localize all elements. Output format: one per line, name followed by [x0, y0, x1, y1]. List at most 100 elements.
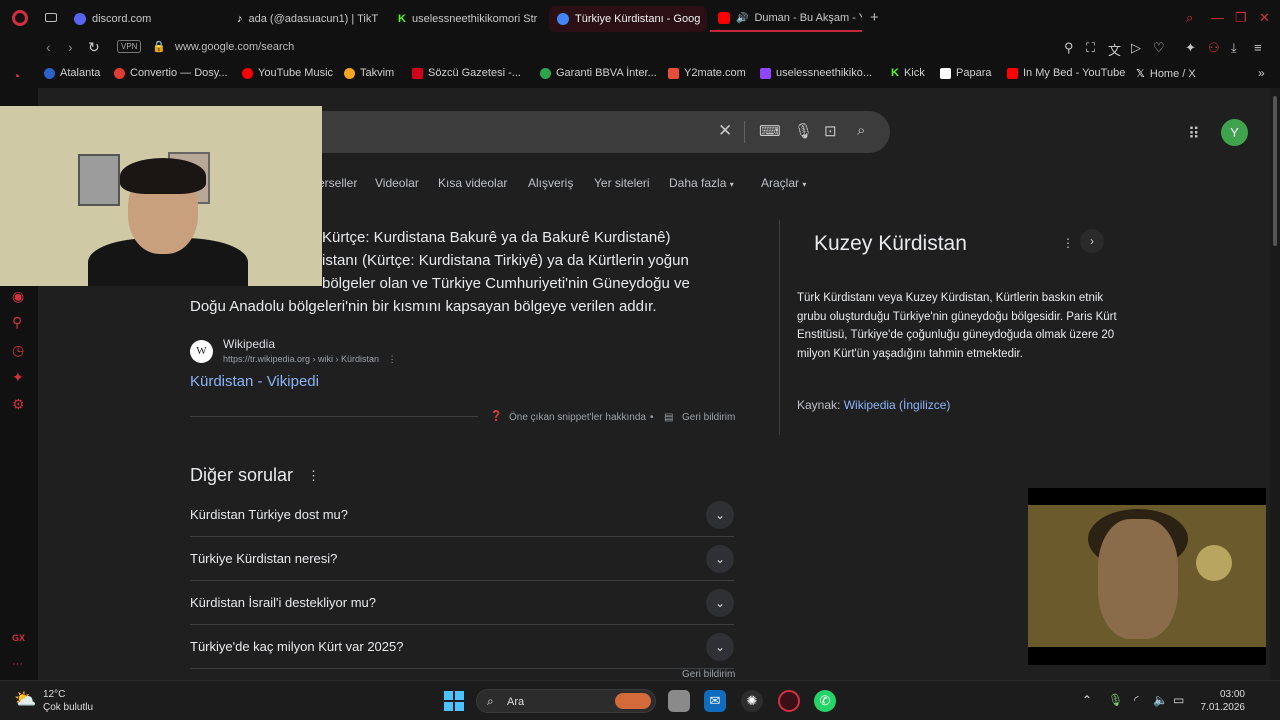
bookmark-convertio[interactable]: Convertio — Dosy...	[114, 67, 228, 79]
snippet-about-link[interactable]: Öne çıkan snippet'ler hakkında	[509, 412, 646, 423]
whatsapp-icon[interactable]: ✆	[814, 690, 836, 712]
tab-kick[interactable]: K uselessneethikikomori Str	[390, 6, 545, 32]
tab-places[interactable]: Yer siteleri	[594, 176, 650, 190]
url-field[interactable]: www.google.com/search	[175, 41, 294, 53]
play-icon[interactable]: ▷	[1131, 40, 1141, 56]
feedback-icon[interactable]: ▤	[664, 412, 673, 423]
menu-icon[interactable]: ≡	[1254, 40, 1262, 55]
google-apps-icon[interactable]: ⠿	[1188, 124, 1200, 144]
avatar[interactable]: Y	[1221, 119, 1248, 146]
chevron-down-icon[interactable]: ⌄	[706, 633, 734, 661]
history-icon[interactable]: ◷	[12, 342, 24, 359]
weather-icon[interactable]: ⛅	[14, 689, 36, 710]
search-input[interactable]: ✕ ⌨ 🎙 ⊡ ⌕	[300, 111, 890, 153]
bookmark-kick[interactable]: K Kick	[891, 67, 925, 79]
source-url[interactable]: https://tr.wikipedia.org › wiki › Kürdis…	[223, 354, 397, 365]
close-window-icon[interactable]: ✕	[1259, 10, 1270, 26]
back-icon[interactable]: ‹	[46, 39, 51, 55]
vpn-badge[interactable]: VPN	[117, 40, 142, 53]
maximize-icon[interactable]: ❐	[1235, 10, 1247, 26]
translate-icon[interactable]: 文	[1108, 40, 1121, 59]
feedback-link[interactable]: Geri bildirim	[682, 412, 735, 423]
lens-icon[interactable]: ⊡	[824, 122, 837, 140]
clock-time[interactable]: 03:00	[1203, 689, 1245, 700]
microphone-icon[interactable]: 🎙	[794, 122, 813, 140]
keyboard-icon[interactable]: ⌨	[759, 122, 781, 140]
clear-icon[interactable]: ✕	[718, 121, 732, 141]
snapshot-icon[interactable]: ⛶	[1086, 40, 1095, 56]
microphone-icon[interactable]: 🎙	[1108, 693, 1123, 707]
bookmark-sozcu[interactable]: Sözcü Gazetesi -...	[412, 67, 521, 79]
help-icon[interactable]: ❓	[490, 411, 502, 422]
search-icon[interactable]: ⌕	[857, 122, 865, 139]
tab-tools[interactable]: Araçlar ▾	[761, 176, 806, 190]
wifi-icon[interactable]: ◜	[1134, 693, 1139, 707]
pinboard-icon[interactable]: ⚲	[12, 314, 22, 331]
tab-discord[interactable]: discord.com	[66, 6, 226, 32]
bookmark-takvim[interactable]: Takvim	[344, 67, 394, 79]
source-link[interactable]: Wikipedia (İngilizce)	[844, 398, 951, 412]
gx-icon[interactable]: GX	[12, 633, 25, 643]
more-options-icon[interactable]: ⋮	[388, 354, 397, 364]
chevron-down-icon[interactable]: ⌄	[706, 589, 734, 617]
bookmark-x[interactable]: 𝕏 Home / X	[1136, 67, 1196, 81]
tab-short-videos[interactable]: Kısa videolar	[438, 176, 507, 190]
page-scrollbar[interactable]	[1270, 88, 1280, 680]
question-item[interactable]: Türkiye'de kaç milyon Kürt var 2025? ⌄	[190, 625, 734, 669]
minimize-icon[interactable]: —	[1211, 10, 1224, 25]
pin-icon[interactable]: ⚲	[1064, 40, 1074, 56]
video-pip[interactable]	[1028, 488, 1266, 665]
download-icon[interactable]: ⤓	[1231, 40, 1237, 56]
chevron-down-icon[interactable]: ⌄	[706, 501, 734, 529]
opera-logo-icon[interactable]	[12, 10, 28, 26]
bookmark-y2mate[interactable]: Y2mate.com	[668, 67, 746, 79]
clock-date[interactable]: 7.01.2026	[1193, 702, 1246, 713]
battery-icon[interactable]: ▭	[1173, 693, 1184, 707]
tab-videos[interactable]: Videolar	[375, 176, 419, 190]
new-tab-button[interactable]: +	[870, 9, 879, 26]
bookmark-garanti[interactable]: Garanti BBVA İnter...	[540, 67, 657, 79]
result-title-link[interactable]: Kürdistan - Vikipedi	[190, 373, 319, 390]
settings-icon[interactable]: ⚙	[12, 396, 25, 413]
tab-youtube[interactable]: 🔊 Duman - Bu Akşam - Y	[710, 6, 862, 32]
chevron-down-icon[interactable]: ⌄	[706, 545, 734, 573]
tab-images[interactable]: erseller	[318, 176, 357, 190]
spotify-icon[interactable]: ◉	[12, 288, 24, 305]
extensions-sidebar-icon[interactable]: ✦	[12, 369, 24, 386]
forward-icon[interactable]: ›	[68, 39, 73, 55]
scroll-thumb[interactable]	[1273, 96, 1277, 246]
tab-tiktok[interactable]: ♪ ada (@adasuacun1) | TikT	[229, 6, 387, 32]
lock-icon[interactable]: 🔒	[152, 40, 166, 53]
bookmark-youtube-music[interactable]: YouTube Music	[242, 67, 333, 79]
aria-icon[interactable]: ◔	[12, 68, 20, 84]
extensions-icon[interactable]: ✦	[1185, 40, 1196, 56]
tray-overflow-icon[interactable]: ⌃	[1082, 693, 1092, 707]
feedback-link[interactable]: Geri bildirim	[682, 669, 735, 680]
bookmarks-overflow-icon[interactable]: »	[1258, 66, 1265, 80]
tab-manager-icon[interactable]	[45, 13, 57, 22]
search-tabs-icon[interactable]: ⌕	[1186, 10, 1193, 26]
tab-shopping[interactable]: Alışveriş	[528, 176, 573, 190]
volume-icon[interactable]: 🔈	[1153, 693, 1168, 707]
tab-more[interactable]: Daha fazla ▾	[669, 176, 734, 190]
chevron-right-icon[interactable]: ›	[1080, 229, 1104, 253]
profile-icon[interactable]: ⚇	[1208, 40, 1220, 56]
windows-start-icon[interactable]	[444, 691, 464, 711]
opera-gx-icon[interactable]	[778, 690, 800, 712]
more-options-icon[interactable]: ⋮	[1062, 236, 1074, 250]
heart-icon[interactable]: ♡	[1153, 40, 1165, 56]
outlook-icon[interactable]: ✉	[704, 690, 726, 712]
question-item[interactable]: Kürdistan İsrail'i destekliyor mu? ⌄	[190, 581, 734, 625]
bookmark-twitch[interactable]: uselessneethikiko...	[760, 67, 872, 79]
taskbar-search[interactable]: ⌕ Ara	[476, 689, 656, 713]
tab-google-search[interactable]: Türkiye Kürdistanı - Goog	[549, 6, 707, 32]
file-explorer-icon[interactable]	[668, 690, 690, 712]
bookmark-atalanta[interactable]: Atalanta	[44, 67, 100, 79]
bookmark-papara[interactable]: Papara	[940, 67, 991, 79]
more-options-icon[interactable]: ⋮	[307, 468, 320, 484]
bookmark-in-my-bed[interactable]: In My Bed - YouTube	[1007, 67, 1125, 79]
reload-icon[interactable]: ↻	[88, 39, 100, 56]
chatgpt-icon[interactable]: ✺	[741, 690, 763, 712]
more-icon[interactable]: ···	[12, 658, 23, 670]
question-item[interactable]: Türkiye Kürdistan neresi? ⌄	[190, 537, 734, 581]
